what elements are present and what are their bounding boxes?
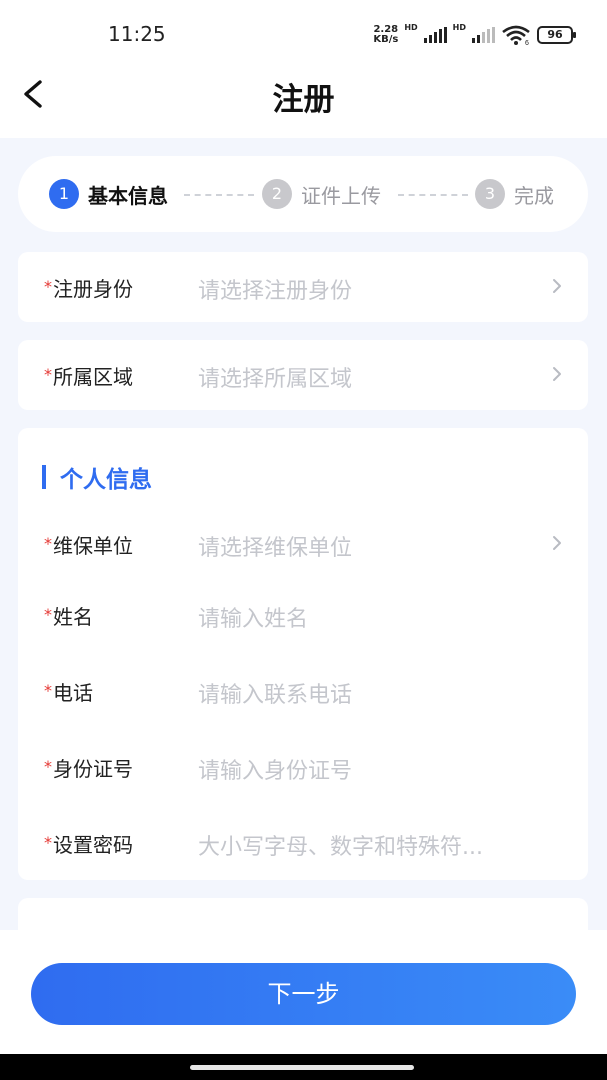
home-indicator[interactable] — [190, 1065, 414, 1070]
status-icons: 2.28 KB/s HD HD 6 96 — [373, 22, 576, 48]
phone-label: 电话 — [53, 681, 93, 705]
footer: 下一步 — [0, 930, 607, 1054]
next-step-button[interactable]: 下一步 — [31, 963, 576, 1025]
unit-placeholder: 请选择维保单位 — [198, 536, 353, 561]
nav-bar: 注册 — [0, 62, 607, 138]
hd-badge-2: HD — [452, 23, 466, 32]
section-title-text: 个人信息 — [60, 467, 152, 493]
required-mark: * — [44, 277, 52, 296]
personal-info-card: 个人信息 *维保单位 请选择维保单位 *姓名 请输入姓名 *电话 请输入联系电话… — [18, 428, 588, 880]
step-connector — [398, 194, 468, 196]
step-document-upload: 2 证件上传 — [262, 178, 381, 210]
section-accent-bar — [42, 465, 46, 489]
page-title: 注册 — [272, 82, 335, 118]
field-label: *注册身份 — [44, 273, 133, 302]
role-placeholder: 请选择注册身份 — [198, 279, 353, 304]
password-input[interactable]: 大小写字母、数字和特殊符... — [198, 829, 483, 861]
chevron-right-icon — [553, 536, 561, 550]
required-mark: * — [44, 833, 52, 852]
phone-field[interactable]: *电话 请输入联系电话 — [18, 671, 588, 711]
section-title: 个人信息 — [42, 460, 152, 494]
role-label: 注册身份 — [53, 277, 133, 301]
id-number-label: 身份证号 — [53, 757, 133, 781]
field-label: *电话 — [44, 677, 93, 706]
phone-input[interactable]: 请输入联系电话 — [198, 677, 352, 709]
name-label: 姓名 — [53, 605, 93, 629]
hd-badge-1: HD — [404, 23, 418, 32]
region-label: 所属区域 — [53, 365, 133, 389]
wifi-icon: 6 — [502, 25, 530, 45]
step-complete: 3 完成 — [475, 178, 554, 210]
role-card: *注册身份 请选择注册身份 — [18, 252, 588, 322]
chevron-right-icon — [553, 279, 561, 293]
field-label: *维保单位 — [44, 530, 133, 559]
network-speed-unit: KB/s — [373, 34, 399, 45]
system-nav-bar — [0, 1054, 607, 1080]
step-number: 2 — [262, 179, 292, 209]
unit-label: 维保单位 — [53, 534, 133, 558]
name-field[interactable]: *姓名 请输入姓名 — [18, 595, 588, 635]
field-label: *所属区域 — [44, 361, 133, 390]
name-input[interactable]: 请输入姓名 — [198, 601, 308, 633]
signal-icon-1 — [423, 27, 447, 43]
battery-level: 96 — [547, 28, 563, 41]
required-mark: * — [44, 605, 52, 624]
step-label: 基本信息 — [88, 183, 168, 208]
step-label: 完成 — [514, 183, 554, 208]
field-label: *设置密码 — [44, 829, 133, 858]
region-card: *所属区域 请选择所属区域 — [18, 340, 588, 410]
required-mark: * — [44, 681, 52, 700]
status-bar: 11:25 2.28 KB/s HD HD 6 96 — [0, 0, 607, 62]
step-basic-info: 1 基本信息 — [49, 178, 168, 210]
network-speed: 2.28 KB/s — [373, 25, 398, 45]
id-number-field[interactable]: *身份证号 请输入身份证号 — [18, 747, 588, 787]
step-label: 证件上传 — [301, 183, 381, 208]
step-number: 1 — [49, 179, 79, 209]
status-time: 11:25 — [108, 22, 166, 46]
signal-icon-2 — [472, 27, 495, 43]
required-mark: * — [44, 365, 52, 384]
field-label: *姓名 — [44, 601, 93, 630]
region-placeholder: 请选择所属区域 — [198, 367, 353, 392]
region-select[interactable]: *所属区域 请选择所属区域 — [18, 355, 588, 395]
wifi-sub: 6 — [525, 40, 529, 45]
step-number: 3 — [475, 179, 505, 209]
password-label: 设置密码 — [53, 833, 133, 857]
password-field[interactable]: *设置密码 大小写字母、数字和特殊符... — [18, 823, 588, 863]
id-number-input[interactable]: 请输入身份证号 — [198, 753, 352, 785]
step-connector — [184, 194, 254, 196]
role-select[interactable]: *注册身份 请选择注册身份 — [18, 267, 588, 307]
progress-stepper: 1 基本信息 2 证件上传 3 完成 — [18, 156, 588, 232]
field-label: *身份证号 — [44, 753, 133, 782]
required-mark: * — [44, 534, 52, 553]
chevron-right-icon — [553, 367, 561, 381]
unit-select[interactable]: *维保单位 请选择维保单位 — [18, 524, 588, 564]
battery-icon: 96 — [537, 26, 576, 44]
required-mark: * — [44, 757, 52, 776]
